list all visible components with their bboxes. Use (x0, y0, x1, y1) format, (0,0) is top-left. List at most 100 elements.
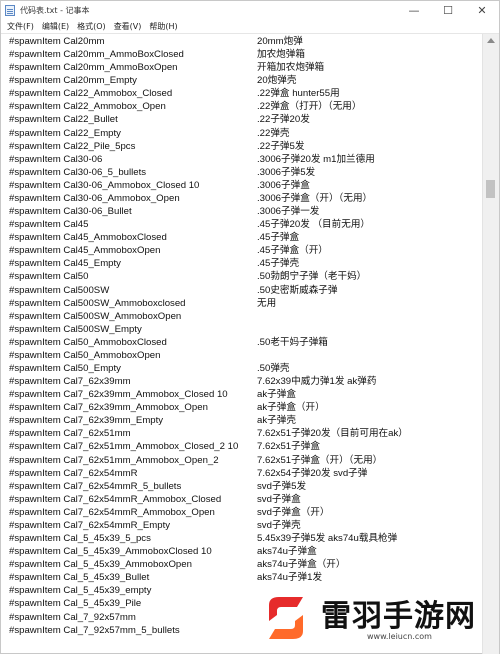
scroll-up-arrow-icon[interactable] (487, 38, 495, 43)
text-line: #spawnItem Cal7_62x39mm_Empty ak子弹壳 (9, 414, 483, 427)
text-line: #spawnItem Cal_5_45x39_AmmoboxClosed 10 a… (9, 545, 483, 558)
watermark: 雷羽手游网 www.leiucn.com (255, 589, 491, 649)
line-code: #spawnItem Cal30-06_Ammobox_Open (9, 192, 180, 204)
title-bar[interactable]: 代码表.txt - 记事本 — ☐ ✕ (1, 1, 499, 19)
text-line: #spawnItem Cal22_Pile_5pcs .22子弹5发 (9, 140, 483, 153)
text-line: #spawnItem Cal7_62x54mmR_Ammobox_Open svd… (9, 506, 483, 519)
line-description: .22弹壳 (257, 127, 290, 139)
line-code: #spawnItem Cal500SW (9, 284, 110, 296)
text-line: #spawnItem Cal7_62x39mm 7.62x39中威力弹1发 ak弹… (9, 375, 483, 388)
line-description: .50弹壳 (257, 363, 290, 374)
text-line: #spawnItem Cal7_62x54mmR_Empty svd子弹壳 (9, 519, 483, 532)
line-code: #spawnItem Cal50_Empty (9, 363, 121, 374)
menu-edit[interactable]: 编辑(E) (42, 21, 69, 32)
line-code: #spawnItem Cal7_62x39mm_Ammobox_Closed 1… (9, 389, 228, 401)
line-description: 20mm炮弹 (257, 36, 303, 47)
line-description: 7.62x39中威力弹1发 ak弹药 (257, 376, 377, 388)
menu-file[interactable]: 文件(F) (7, 21, 34, 32)
line-description: .45子弹盒（开） (257, 245, 328, 257)
text-line: #spawnItem Cal500SW .50史密斯威森子弹 (9, 284, 483, 297)
text-line: #spawnItem Cal500SW_Ammoboxclosed 无用 (9, 297, 483, 310)
text-line: #spawnItem Cal30-06_Ammobox_Closed 10 .30… (9, 179, 483, 192)
line-code: #spawnItem Cal_5_45x39_5_pcs (9, 533, 151, 545)
line-code: #spawnItem Cal45_AmmoboxClosed (9, 232, 167, 244)
text-line: #spawnItem Cal7_62x51mm 7.62x51子弹20发（目前可用… (9, 427, 483, 440)
text-line: #spawnItem Cal7_62x39mm_Ammobox_Open ak子弹… (9, 401, 483, 414)
text-line: #spawnItem Cal45_Empty .45子弹壳 (9, 257, 483, 270)
line-code: #spawnItem Cal22_Ammobox_Closed (9, 88, 173, 100)
text-line: #spawnItem Cal7_62x51mm_Ammobox_Open_2 7.… (9, 454, 483, 467)
text-line: #spawnItem Cal45_AmmoboxOpen .45子弹盒（开） (9, 244, 483, 257)
menu-bar: 文件(F) 编辑(E) 格式(O) 查看(V) 帮助(H) (1, 19, 499, 34)
text-line: #spawnItem Cal22_Bullet .22子弹20发 (9, 113, 483, 126)
line-code: #spawnItem Cal45 (9, 219, 89, 231)
line-code: #spawnItem Cal_5_45x39_Bullet (9, 572, 150, 584)
text-line: #spawnItem Cal7_62x39mm_Ammobox_Closed 1… (9, 388, 483, 401)
line-code: #spawnItem Cal7_62x54mmR_Ammobox_Open (9, 506, 215, 518)
text-line: #spawnItem Cal7_62x54mmR_Ammobox_Closed s… (9, 493, 483, 506)
line-description: .50史密斯威森子弹 (257, 284, 338, 296)
line-code: #spawnItem Cal7_62x54mmR_Empty (9, 519, 171, 531)
notepad-icon (5, 4, 15, 16)
text-line: #spawnItem Cal30-06_Ammobox_Open .3006子弹盒… (9, 192, 483, 205)
line-description: svd子弹壳 (257, 519, 301, 531)
line-code: #spawnItem Cal_5_45x39_AmmoboxOpen (9, 559, 192, 571)
text-editor[interactable]: #spawnItem Cal20mm 20mm炮弹 #spawnItem Cal20… (1, 34, 483, 650)
line-code: #spawnItem Cal_5_45x39_AmmoboxClosed 10 (9, 546, 212, 558)
line-description: ak子弹盒 (257, 389, 296, 401)
line-description: svd子弹盒 (257, 493, 301, 505)
text-line: #spawnItem Cal45 .45子弹20发 （目前无用） (9, 218, 483, 231)
line-code: #spawnItem Cal500SW_Ammoboxclosed (9, 297, 186, 309)
line-code: #spawnItem Cal22_Pile_5pcs (9, 140, 136, 152)
text-line: #spawnItem Cal7_62x54mmR_5_bullets svd子弹5… (9, 480, 483, 493)
line-code: #spawnItem Cal500SW_AmmoboxOpen (9, 310, 182, 322)
window-controls: — ☐ ✕ (397, 1, 499, 19)
menu-help[interactable]: 帮助(H) (149, 21, 177, 32)
watermark-title: 雷羽手游网 (321, 599, 476, 634)
line-description: .45子弹壳 (257, 258, 300, 270)
line-code: #spawnItem Cal20mm (9, 36, 105, 47)
close-button[interactable]: ✕ (465, 1, 499, 19)
line-description: aks74u子弹1发 (257, 572, 323, 584)
maximize-button[interactable]: ☐ (431, 1, 465, 19)
line-code: #spawnItem Cal22_Ammobox_Open (9, 101, 166, 113)
line-description: svd子弹5发 (257, 480, 307, 492)
menu-format[interactable]: 格式(O) (77, 21, 106, 32)
scrollbar-thumb[interactable] (486, 180, 495, 198)
text-line: #spawnItem Cal500SW_AmmoboxOpen (9, 310, 483, 323)
line-description: .3006子弹盒（开）（无用） (257, 192, 373, 204)
menu-view[interactable]: 查看(V) (114, 21, 142, 32)
line-code: #spawnItem Cal7_62x51mm_Ammobox_Open_2 (9, 454, 219, 466)
text-line: #spawnItem Cal20mm 20mm炮弹 (9, 35, 483, 48)
text-line: #spawnItem Cal50_Empty .50弹壳 (9, 362, 483, 375)
line-code: #spawnItem Cal20mm_AmmoBoxOpen (9, 62, 178, 74)
text-line: #spawnItem Cal50_AmmoboxClosed .50老干妈子弹箱 (9, 336, 483, 349)
line-description: .45子弹盒 (257, 232, 300, 244)
line-description: .22子弹5发 (257, 140, 305, 152)
line-code: #spawnItem Cal22_Empty (9, 127, 121, 139)
line-description: 7.62x51子弹20发（目前可用在ak） (257, 428, 408, 440)
line-description: 7.62x54子弹20发 svd子弹 (257, 467, 368, 479)
line-code: #spawnItem Cal45_AmmoboxOpen (9, 245, 161, 257)
text-line: #spawnItem Cal20mm_Empty 20炮弹壳 (9, 74, 483, 87)
minimize-button[interactable]: — (397, 1, 431, 19)
line-description: svd子弹盒（开） (257, 506, 330, 518)
vertical-scrollbar[interactable] (482, 34, 499, 654)
line-code: #spawnItem Cal20mm_Empty (9, 75, 137, 87)
line-description: 无用 (257, 297, 277, 309)
watermark-url: www.leiucn.com (367, 632, 432, 641)
notepad-window: 代码表.txt - 记事本 — ☐ ✕ 文件(F) 编辑(E) 格式(O) 查看… (0, 0, 500, 654)
line-code: #spawnItem Cal7_62x39mm (9, 376, 131, 388)
line-description: ak子弹壳 (257, 415, 296, 427)
line-description: .50勃朗宁子弹（老干妈） (257, 271, 367, 283)
line-code: #spawnItem Cal7_62x51mm_Ammobox_Closed_2… (9, 441, 239, 453)
text-line: #spawnItem Cal_5_45x39_5_pcs 5.45x39子弹5发 … (9, 532, 483, 545)
line-code: #spawnItem Cal7_62x39mm_Ammobox_Open (9, 402, 208, 414)
text-line: #spawnItem Cal22_Empty .22弹壳 (9, 127, 483, 140)
line-description: .22子弹20发 (257, 114, 310, 126)
text-line: #spawnItem Cal30-06_5_bullets .3006子弹5发 (9, 166, 483, 179)
line-code: #spawnItem Cal50 (9, 271, 89, 283)
line-code: #spawnItem Cal7_62x51mm (9, 428, 131, 440)
line-description: aks74u子弹盒（开） (257, 559, 346, 571)
line-description: .3006子弹5发 (257, 166, 316, 178)
